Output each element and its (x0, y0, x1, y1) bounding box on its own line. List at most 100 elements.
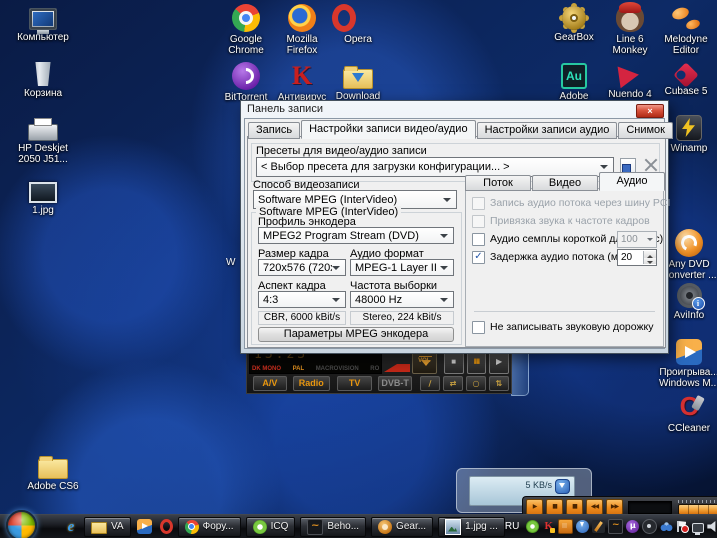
tool-button[interactable]: ⇅ (489, 376, 509, 391)
desktop-icon-label: 1.jpg (32, 205, 54, 216)
taskbar-button[interactable]: Фору... (178, 517, 241, 537)
pause-button[interactable]: ▮▮ (546, 499, 563, 515)
stream-tab[interactable]: Аудио (599, 172, 665, 191)
desktop-icon[interactable]: GearBox (546, 4, 602, 62)
no-audio-track-row[interactable]: Не записывать звуковую дорожку (472, 319, 659, 335)
value-control[interactable]: 20 (617, 249, 657, 266)
desktop-icon-image (34, 62, 52, 86)
volume-wedge-icon[interactable] (384, 364, 409, 372)
desktop-icon[interactable]: MozillaFirefox (274, 4, 330, 62)
value-control[interactable]: 100 (617, 231, 657, 248)
tray-icon[interactable] (642, 519, 657, 534)
taskbar-button[interactable]: Gear... (371, 517, 433, 537)
mode-button[interactable]: A/V (253, 376, 287, 391)
checkbox-label: Привязка звука к частоте кадров (490, 215, 650, 227)
desktop-icon[interactable]: HP Deskjet2050 J51... (0, 116, 86, 165)
desktop-icon-label: GoogleChrome (228, 34, 264, 56)
desktop-icon[interactable]: AviInfo (661, 283, 717, 321)
mode-button[interactable]: TV (337, 376, 372, 391)
desktop-icon-label: AviInfo (674, 310, 704, 321)
chevron-down-icon (647, 238, 653, 244)
checkbox-row[interactable]: Запись аудио потока через шину PCI (472, 195, 659, 211)
tray-icon[interactable] (660, 520, 673, 533)
audio-format-combo[interactable]: MPEG-1 Layer II (350, 259, 454, 276)
close-button[interactable]: × (636, 104, 664, 118)
taskbar-button-va[interactable]: VA (84, 517, 131, 537)
tray-icon[interactable] (526, 520, 539, 533)
desktop-icons-right-column: Winamp Any DVDConverter ... AviInfo Прои… (661, 0, 717, 460)
desktop-icon[interactable]: Opera (330, 4, 386, 62)
tray-icon[interactable] (608, 519, 623, 534)
tray-icon[interactable] (558, 519, 573, 534)
desktop-icon-label: Adobe CS6 (27, 481, 78, 492)
checkbox-row[interactable]: ✓ Задержка аудио потока (мс) 20 (472, 249, 659, 265)
tray-icon[interactable] (592, 520, 605, 533)
desktop-icon[interactable]: Any DVDConverter ... (661, 229, 717, 281)
taskbar-button-icon (253, 520, 267, 534)
checkbox[interactable] (472, 321, 485, 334)
desktop-icon-image (675, 393, 703, 421)
desktop-screen: Компьютер Корзина HP Deskjet2050 J51... … (0, 0, 717, 538)
desktop-icon-image (29, 182, 57, 203)
tray-icon[interactable] (626, 520, 639, 533)
checkbox[interactable] (472, 233, 485, 246)
stop-button[interactable]: ■ (566, 499, 583, 515)
dialog-titlebar[interactable]: Панель записи × (241, 101, 668, 118)
aspect-combo[interactable]: 4:3 (258, 291, 346, 308)
sample-rate-combo[interactable]: 48000 Hz (350, 291, 454, 308)
tool-button[interactable]: ⇄ (443, 376, 463, 391)
desktop-icon-image (676, 115, 702, 141)
taskbar-ie-icon[interactable] (63, 519, 79, 535)
dialog-tab[interactable]: Настройки записи видео/аудио (301, 120, 475, 139)
next-button[interactable]: ▶▶ (606, 499, 623, 515)
tray-icon[interactable] (542, 520, 555, 533)
lcd-macrovision: MACROVISION (316, 366, 359, 372)
spin-down-icon[interactable] (644, 258, 656, 265)
desktop-icon[interactable]: 1.jpg (0, 176, 86, 216)
stream-tab[interactable]: Видео (532, 175, 598, 191)
taskbar-wmp-icon[interactable] (137, 519, 152, 534)
desktop-icon-adobe-cs6[interactable]: Adobe CS6 (10, 452, 96, 492)
dialog-tab[interactable]: Запись (248, 122, 300, 139)
desktop-icon[interactable]: Компьютер (0, 4, 86, 43)
dialog-tab[interactable]: Настройки записи аудио (477, 122, 618, 139)
dialog-tab[interactable]: Снимок (618, 122, 673, 139)
tray-icon[interactable] (676, 520, 689, 533)
desktop-icon[interactable]: GoogleChrome (218, 4, 274, 62)
checkbox[interactable]: ✓ (472, 251, 485, 264)
taskbar-button[interactable]: 1.jpg ... (438, 517, 505, 537)
encoder-profile-value: MPEG2 Program Stream (DVD) (259, 230, 440, 242)
taskbar-button[interactable]: Beho... (300, 517, 366, 537)
mode-button[interactable]: DVB-T (378, 376, 412, 391)
mpeg-params-button[interactable]: Параметры MPEG энкодера (258, 327, 454, 342)
desktop-icon[interactable]: Line 6Monkey (602, 4, 658, 62)
dialog-tabstrip: ЗаписьНастройки записи видео/аудиоНастро… (248, 120, 674, 137)
previous-button[interactable]: ◀◀ (586, 499, 603, 515)
taskbar-opera-icon[interactable] (160, 519, 173, 534)
checkbox-label: Не записывать звуковую дорожку (490, 321, 653, 333)
taskbar-button[interactable]: ICQ (246, 517, 296, 537)
tool-button[interactable]: ∕ (420, 376, 440, 391)
tray-icon[interactable] (692, 523, 704, 533)
tray-icon[interactable] (707, 520, 717, 533)
spinner-buttons[interactable] (643, 251, 656, 264)
checkbox-row[interactable]: Аудио семплы короткой длины (мс) 100 (472, 231, 659, 247)
tab-label: Аудио (616, 175, 647, 187)
checkbox-row[interactable]: Привязка звука к частоте кадров (472, 213, 659, 229)
mode-button[interactable]: Radio (293, 376, 330, 391)
start-button[interactable] (6, 510, 37, 538)
desktop-icon[interactable]: CCleaner (661, 393, 717, 434)
desktop-icon[interactable]: Корзина (0, 60, 86, 99)
language-indicator[interactable]: RU (505, 521, 519, 532)
play-button[interactable]: ▶ (526, 499, 543, 515)
frame-size-combo[interactable]: 720x576 (720x480) (258, 259, 346, 276)
desktop-icon-image (675, 229, 703, 257)
stream-tab[interactable]: Поток (465, 175, 531, 191)
checkbox[interactable] (472, 215, 485, 228)
desktop-icon[interactable]: Проигрыва...Windows M... (661, 339, 717, 389)
tool-button[interactable]: ○ (466, 376, 486, 391)
delete-preset-icon[interactable] (644, 158, 658, 172)
checkbox[interactable] (472, 197, 485, 210)
tray-icon[interactable] (576, 520, 589, 533)
encoder-profile-combo[interactable]: MPEG2 Program Stream (DVD) (258, 227, 454, 244)
